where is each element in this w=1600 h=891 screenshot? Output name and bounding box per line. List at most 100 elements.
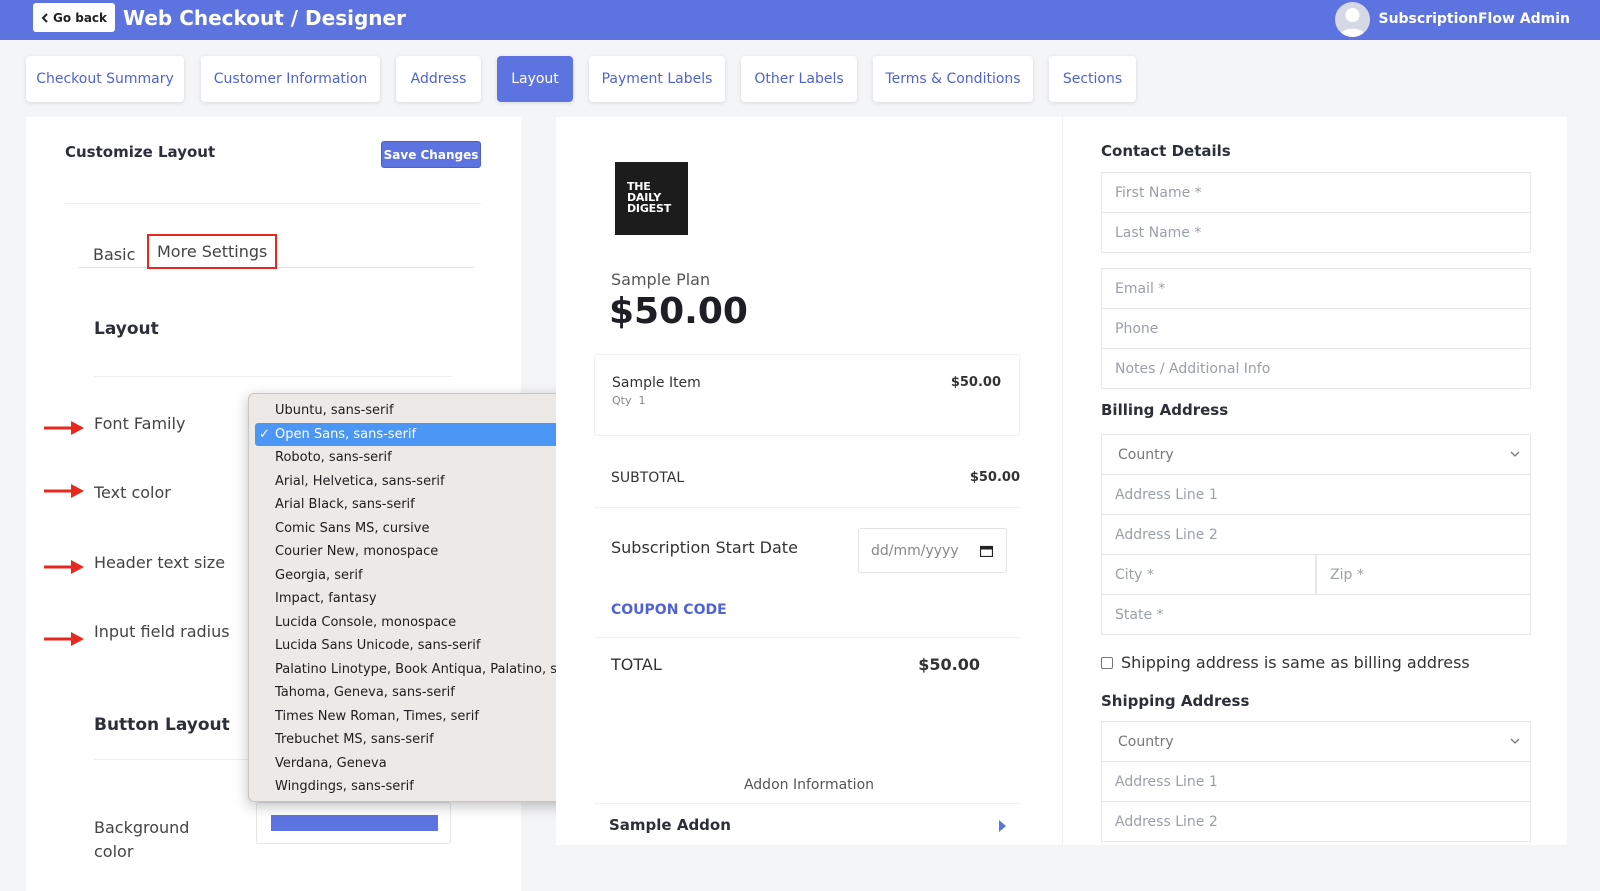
calendar-icon	[980, 545, 993, 557]
last-name-field[interactable]: Last Name *	[1101, 212, 1531, 253]
font-option[interactable]: Roboto, sans-serif	[255, 446, 581, 470]
phone-field[interactable]: Phone	[1101, 308, 1531, 349]
select-value: Country	[1118, 446, 1174, 463]
subtab-more-settings[interactable]: More Settings	[147, 234, 278, 269]
customer-form: Contact Details First Name * Last Name *…	[1062, 117, 1567, 845]
font-family-label: Font Family	[94, 414, 186, 433]
checkout-preview: THE DAILY DIGEST Sample Plan $50.00 Samp…	[556, 117, 1062, 845]
tab-payment-labels[interactable]: Payment Labels	[589, 56, 725, 102]
layout-heading: Layout	[94, 319, 159, 339]
background-color-picker[interactable]	[256, 802, 451, 844]
tab-layout[interactable]: Layout	[497, 56, 573, 102]
billing-country-select[interactable]: Country	[1101, 434, 1531, 475]
text-color-label: Text color	[94, 483, 171, 502]
tab-terms-conditions[interactable]: Terms & Conditions	[873, 56, 1033, 102]
red-arrow-icon	[44, 484, 84, 498]
avatar	[1335, 1, 1371, 37]
same-address-option[interactable]: Shipping address is same as billing addr…	[1101, 653, 1470, 672]
state-field[interactable]: State *	[1101, 594, 1531, 635]
font-family-dropdown[interactable]: Ubuntu, sans-serif ✓ Open Sans, sans-serif…	[248, 393, 588, 802]
start-date-label: Subscription Start Date	[611, 538, 798, 557]
item-price: $50.00	[950, 375, 1001, 390]
tab-checkout-summary[interactable]: Checkout Summary	[26, 56, 184, 102]
same-address-checkbox[interactable]	[1101, 656, 1113, 669]
divider	[65, 203, 481, 204]
same-address-label: Shipping address is same as billing addr…	[1121, 653, 1470, 672]
font-option[interactable]: Georgia, serif	[255, 564, 581, 588]
qty-label: Qty	[612, 394, 632, 407]
font-option[interactable]: Impact, fantasy	[255, 587, 581, 611]
chevron-down-icon	[1510, 451, 1520, 457]
billing-address-line1-field[interactable]: Address Line 1	[1101, 474, 1531, 515]
caret-right-icon	[999, 820, 1006, 832]
divider	[94, 376, 452, 377]
font-option[interactable]: Verdana, Geneva	[255, 752, 581, 776]
subtotal-value: $50.00	[969, 470, 1020, 485]
font-option[interactable]: Times New Roman, Times, serif	[255, 705, 581, 729]
addon-row[interactable]: Sample Addon	[594, 803, 1020, 845]
font-option[interactable]: Palatino Linotype, Book Antiqua, Palatin…	[255, 658, 581, 682]
coupon-code-link[interactable]: COUPON CODE	[611, 602, 727, 618]
font-option[interactable]: Trebuchet MS, sans-serif	[255, 728, 581, 752]
save-changes-button[interactable]: Save Changes	[381, 141, 481, 168]
date-placeholder: dd/mm/yyyy	[871, 542, 959, 559]
shipping-country-select[interactable]: Country	[1101, 721, 1531, 762]
page-title: Web Checkout / Designer	[123, 6, 406, 30]
chevron-down-icon	[1510, 738, 1520, 744]
plan-price: $50.00	[609, 291, 748, 332]
input-field-radius-label: Input field radius	[94, 622, 230, 641]
tab-address[interactable]: Address	[396, 56, 481, 102]
font-option[interactable]: ✓ Open Sans, sans-serif	[255, 422, 581, 446]
contact-details-heading: Contact Details	[1101, 142, 1231, 160]
city-field[interactable]: City *	[1101, 554, 1316, 595]
notes-field[interactable]: Notes / Additional Info	[1101, 348, 1531, 389]
addon-name: Sample Addon	[609, 816, 731, 834]
tab-other-labels[interactable]: Other Labels	[741, 56, 857, 102]
font-option[interactable]: Arial, Helvetica, sans-serif	[255, 470, 581, 494]
settings-subtabs: Basic More Settings	[79, 234, 474, 270]
font-option[interactable]: Ubuntu, sans-serif	[255, 399, 581, 423]
font-option[interactable]: Lucida Console, monospace	[255, 611, 581, 635]
billing-address-line2-field[interactable]: Address Line 2	[1101, 514, 1531, 555]
red-arrow-icon	[44, 560, 84, 574]
subtab-basic[interactable]: Basic	[93, 238, 135, 270]
tab-customer-information[interactable]: Customer Information	[201, 56, 380, 102]
divider	[594, 507, 1020, 508]
user-icon	[1339, 7, 1367, 37]
billing-address-heading: Billing Address	[1101, 401, 1229, 419]
checkmark-icon: ✓	[259, 426, 270, 442]
first-name-field[interactable]: First Name *	[1101, 172, 1531, 213]
start-date-input[interactable]: dd/mm/yyyy	[858, 528, 1007, 573]
user-menu[interactable]: SubscriptionFlow Admin	[1335, 1, 1570, 37]
item-qty: Qty 1	[612, 394, 645, 407]
logo-line: DIGEST	[627, 202, 671, 215]
go-back-button[interactable]: Go back	[33, 3, 115, 32]
chevron-left-icon	[41, 12, 48, 23]
font-option[interactable]: Arial Black, sans-serif	[255, 493, 581, 517]
font-option[interactable]: Wingdings, sans-serif	[255, 775, 581, 799]
red-arrow-icon	[44, 421, 84, 435]
header-text-size-label: Header text size	[94, 553, 226, 572]
select-value: Country	[1118, 733, 1174, 750]
font-option[interactable]: Comic Sans MS, cursive	[255, 517, 581, 541]
panel-title: Customize Layout	[65, 143, 216, 161]
total-label: TOTAL	[611, 655, 662, 674]
plan-name: Sample Plan	[611, 270, 711, 289]
button-layout-heading: Button Layout	[94, 715, 230, 735]
font-option[interactable]: Tahoma, Geneva, sans-serif	[255, 681, 581, 705]
line-item: Sample Item Qty 1 $50.00	[594, 354, 1020, 436]
font-option-label: Open Sans, sans-serif	[275, 426, 417, 442]
shipping-address-line1-field[interactable]: Address Line 1	[1101, 761, 1531, 802]
item-name: Sample Item	[612, 375, 701, 391]
qty-value: 1	[638, 394, 646, 407]
zip-field[interactable]: Zip *	[1316, 554, 1531, 595]
font-option[interactable]: Lucida Sans Unicode, sans-serif	[255, 634, 581, 658]
shipping-address-line2-field[interactable]: Address Line 2	[1101, 801, 1531, 842]
font-option[interactable]: Courier New, monospace	[255, 540, 581, 564]
divider	[594, 637, 1020, 638]
shipping-address-heading: Shipping Address	[1101, 692, 1250, 710]
total-value: $50.00	[918, 655, 980, 674]
tab-sections[interactable]: Sections	[1049, 56, 1136, 102]
email-field[interactable]: Email *	[1101, 268, 1531, 309]
background-color-label: Background color	[94, 818, 190, 861]
